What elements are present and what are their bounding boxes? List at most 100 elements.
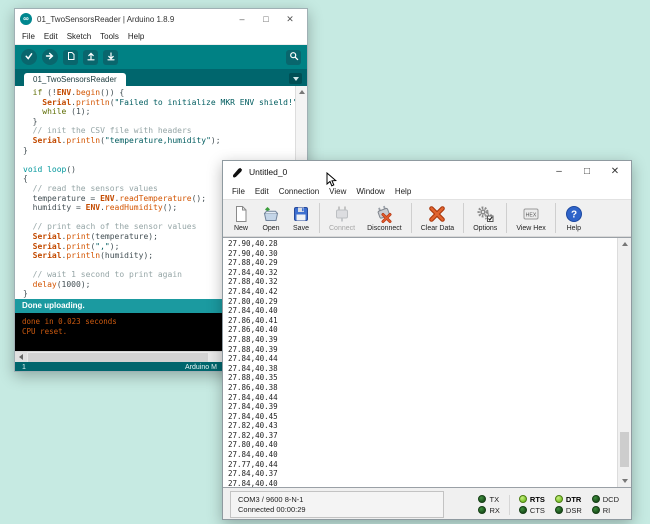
led-label: TX: [489, 495, 499, 504]
port-settings: COM3 / 9600 8-N-1: [238, 495, 436, 505]
arduino-menu-file[interactable]: File: [22, 32, 35, 41]
led-dcd: DCD: [592, 495, 619, 504]
usb-plug-icon: [333, 205, 351, 224]
led-column: TX RX: [473, 495, 509, 515]
serial-line: 27.84,40.40: [228, 479, 615, 488]
coolterm-menu-edit[interactable]: Edit: [255, 187, 269, 196]
code-line: if (!ENV.begin()) {: [23, 88, 293, 98]
coolterm-window-title: Untitled_0: [249, 167, 545, 177]
close-button[interactable]: ✕: [278, 11, 302, 27]
arduino-menu-tools[interactable]: Tools: [100, 32, 119, 41]
led-rx: RX: [478, 506, 499, 515]
code-line: }: [23, 146, 293, 156]
line-number: 1: [22, 364, 26, 371]
serial-monitor-button[interactable]: [286, 50, 301, 65]
hscroll-thumb[interactable]: [28, 353, 208, 362]
toolbar-button-label: Save: [293, 225, 309, 232]
led-label: DTR: [566, 495, 581, 504]
gears-icon: [476, 205, 494, 224]
scroll-left-button[interactable]: [15, 352, 27, 363]
arduino-titlebar[interactable]: ∞ 01_TwoSensorsReader | Arduino 1.8.9 –□…: [15, 9, 307, 29]
coolterm-titlebar[interactable]: Untitled_0 –□✕: [223, 161, 631, 183]
coolterm-menu-window[interactable]: Window: [356, 187, 384, 196]
serial-line: 27.84,40.32: [228, 268, 615, 278]
serial-line: 27.86,40.38: [228, 383, 615, 393]
maximize-button[interactable]: □: [573, 163, 601, 181]
tab-sketch[interactable]: 01_TwoSensorsReader: [24, 73, 126, 86]
question-mark-icon: ?: [565, 205, 583, 224]
hex-box-icon: HEX: [522, 205, 540, 224]
led-off-icon: [478, 506, 486, 514]
led-label: RI: [603, 506, 611, 515]
coolterm-menubar: File Edit Connection View Window Help: [223, 183, 631, 199]
arduino-menu-sketch[interactable]: Sketch: [67, 32, 91, 41]
serial-line: 27.88,40.39: [228, 335, 615, 345]
toolbar-button-label: Help: [567, 225, 581, 232]
toolbar-separator: [555, 203, 556, 233]
serial-line: 27.84,40.37: [228, 469, 615, 479]
serial-scrollbar[interactable]: [617, 238, 631, 487]
clear-data-button[interactable]: Clear Data: [415, 204, 460, 233]
scrollbar-thumb[interactable]: [620, 432, 629, 467]
serial-line: 27.84,40.40: [228, 450, 615, 460]
led-label: DCD: [603, 495, 619, 504]
led-on-icon: [555, 495, 563, 503]
coolterm-window-controls: –□✕: [545, 163, 629, 181]
coolterm-menu-file[interactable]: File: [232, 187, 245, 196]
minimize-button[interactable]: –: [545, 163, 573, 181]
open-sketch-button[interactable]: [83, 50, 98, 65]
connect-button: Connect: [323, 204, 361, 233]
arduino-menubar: File Edit Sketch Tools Help: [15, 29, 307, 45]
coolterm-menu-view[interactable]: View: [329, 187, 346, 196]
serial-line: 27.86,40.40: [228, 325, 615, 335]
view-hex-button[interactable]: HEXView Hex: [510, 204, 551, 233]
maximize-button[interactable]: □: [254, 11, 278, 27]
arduino-window-title: 01_TwoSensorsReader | Arduino 1.8.9: [37, 15, 230, 24]
minimize-button[interactable]: –: [230, 11, 254, 27]
options-button[interactable]: Options: [467, 204, 503, 233]
new-button[interactable]: New: [226, 204, 256, 233]
toolbar-button-label: Disconnect: [367, 225, 402, 232]
serial-line: 27.90,40.30: [228, 249, 615, 259]
scroll-up-icon: [299, 90, 305, 94]
scroll-up-icon: [622, 242, 628, 246]
led-off-icon: [519, 506, 527, 514]
coolterm-menu-help[interactable]: Help: [395, 187, 411, 196]
save-button[interactable]: Save: [286, 204, 316, 233]
arduino-menu-help[interactable]: Help: [128, 32, 144, 41]
led-label: DSR: [566, 506, 582, 515]
upload-button[interactable]: [42, 49, 58, 65]
new-sketch-button[interactable]: [63, 50, 78, 65]
chevron-down-icon: [293, 77, 299, 81]
coolterm-menu-connection[interactable]: Connection: [279, 187, 319, 196]
led-column: DCD RI: [587, 495, 624, 515]
toolbar-separator: [463, 203, 464, 233]
usb-disconnect-icon: [375, 205, 393, 224]
led-tx: TX: [478, 495, 499, 504]
led-label: RX: [489, 506, 499, 515]
check-icon: [24, 48, 34, 66]
serial-line: 27.84,40.42: [228, 287, 615, 297]
serial-line: 27.84,40.44: [228, 354, 615, 364]
close-button[interactable]: ✕: [601, 163, 629, 181]
serial-line: 27.84,40.45: [228, 412, 615, 422]
led-off-icon: [592, 506, 600, 514]
arduino-tabbar: 01_TwoSensorsReader: [15, 69, 307, 86]
led-column: DTR DSR: [550, 495, 587, 515]
led-rts: RTS: [519, 495, 545, 504]
svg-text:HEX: HEX: [526, 212, 537, 218]
led-ri: RI: [592, 506, 619, 515]
help-button[interactable]: ? Help: [559, 204, 589, 233]
tab-dropdown-button[interactable]: [289, 73, 302, 84]
serial-line: 27.88,40.35: [228, 373, 615, 383]
save-sketch-button[interactable]: [103, 50, 118, 65]
arduino-menu-edit[interactable]: Edit: [44, 32, 58, 41]
verify-button[interactable]: [21, 49, 37, 65]
open-button[interactable]: Open: [256, 204, 286, 233]
svg-text:?: ?: [571, 210, 577, 221]
arduino-window-controls: –□✕: [230, 11, 302, 27]
led-dsr: DSR: [555, 506, 582, 515]
serial-line: 27.82,40.37: [228, 431, 615, 441]
disconnect-button[interactable]: Disconnect: [361, 204, 408, 233]
serial-output[interactable]: 27.90,40.2827.90,40.3027.88,40.2927.84,4…: [223, 237, 631, 488]
